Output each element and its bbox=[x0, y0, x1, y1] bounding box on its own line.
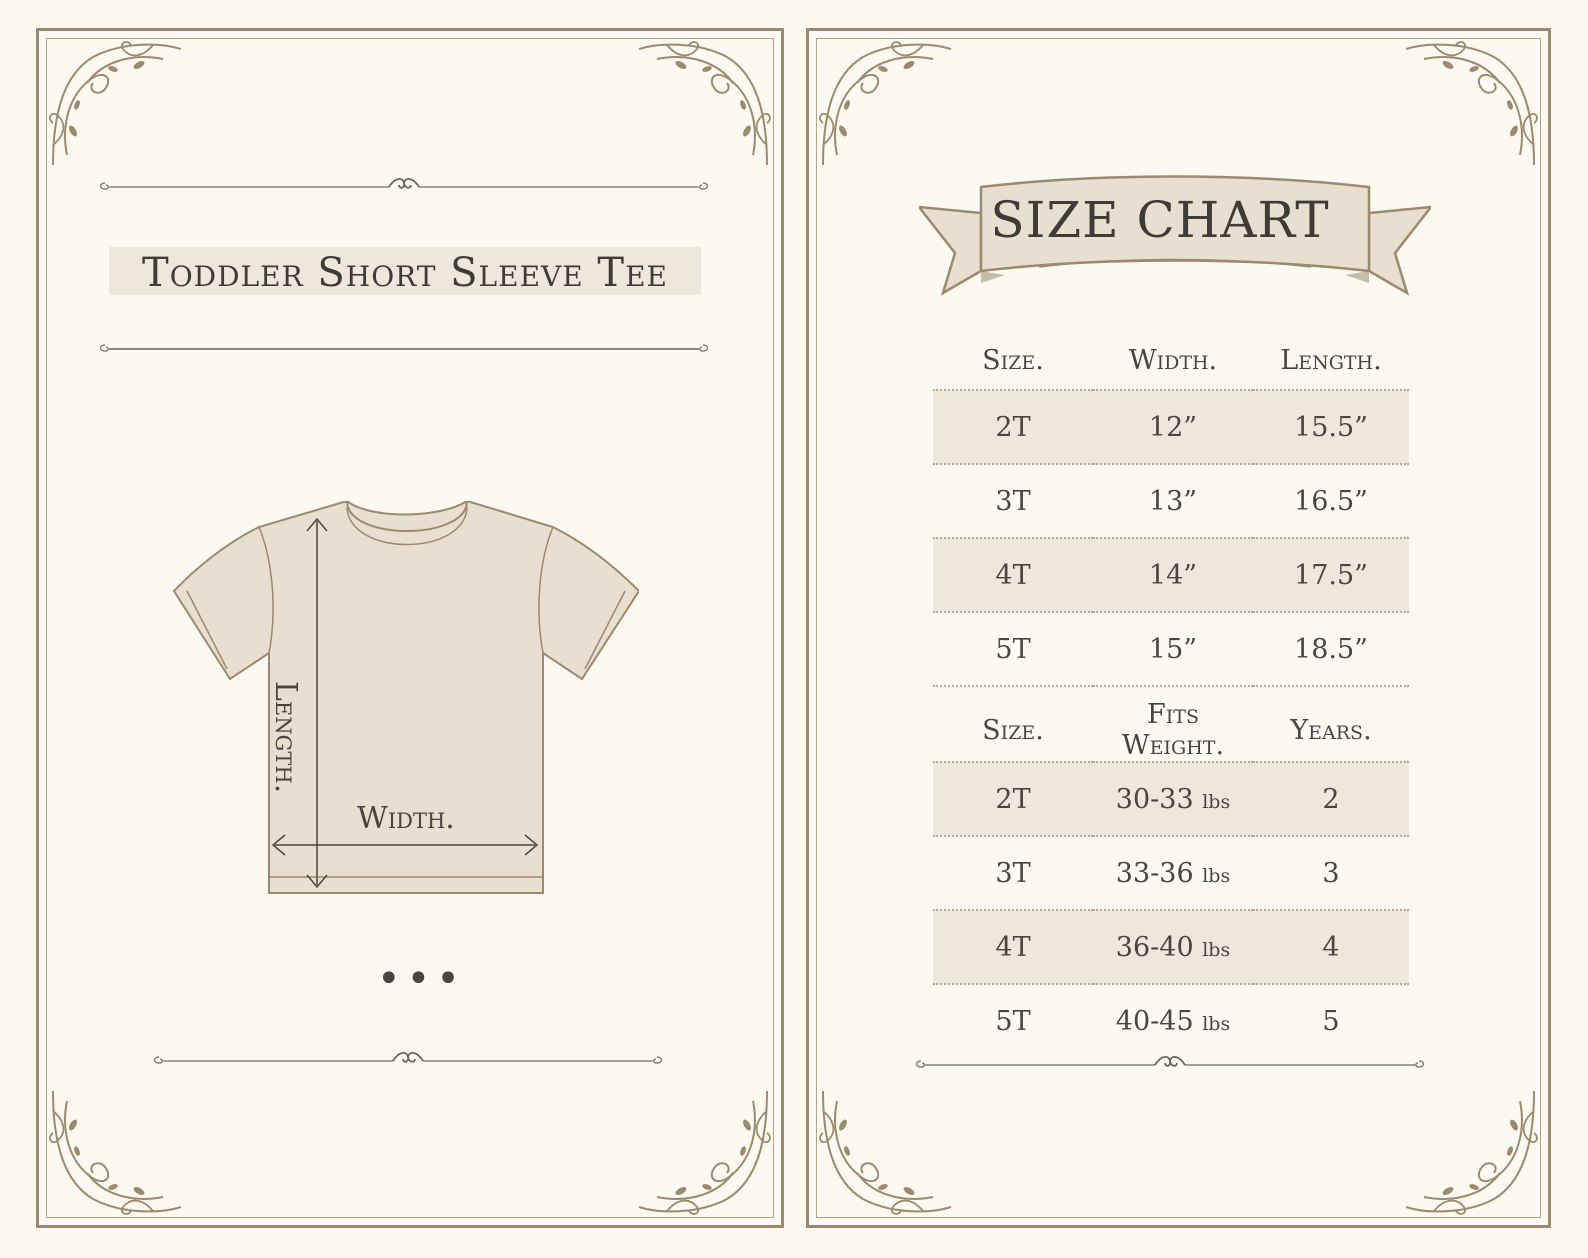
corner-ornament-top-right-icon bbox=[638, 41, 771, 166]
cell-size: 4T bbox=[933, 537, 1093, 612]
title-underline-icon bbox=[99, 344, 709, 352]
header-size: Size. bbox=[982, 344, 1044, 376]
table-row: 2T 30-33 lbs 2 bbox=[933, 761, 1409, 836]
width-label: Width. bbox=[357, 801, 455, 836]
cell-length: 17.5” bbox=[1253, 537, 1409, 612]
table-row: 4T 36-40 lbs 4 bbox=[933, 909, 1409, 984]
table-row: 4T 14” 17.5” bbox=[933, 537, 1409, 612]
cell-years: 5 bbox=[1253, 983, 1409, 1057]
table-row: 5T 15” 18.5” bbox=[933, 611, 1409, 687]
cell-size: 5T bbox=[933, 983, 1093, 1057]
corner-ornament-bottom-right-icon bbox=[638, 1090, 771, 1215]
corner-ornament-bottom-left-icon bbox=[49, 1090, 183, 1215]
table-row: 3T 13” 16.5” bbox=[933, 463, 1409, 538]
weight-value: 40-45 bbox=[1115, 1005, 1194, 1037]
weight-value: 36-40 bbox=[1115, 931, 1194, 963]
bottom-divider-icon bbox=[915, 1056, 1425, 1068]
top-divider-icon bbox=[99, 178, 709, 190]
weight-unit: lbs bbox=[1202, 938, 1231, 961]
measurement-header-row: Size. Width. Length. bbox=[933, 331, 1409, 390]
size-chart-heading: SIZE CHART bbox=[990, 191, 1330, 249]
weight-unit: lbs bbox=[1202, 1012, 1231, 1035]
corner-ornament-bottom-left-icon bbox=[819, 1090, 952, 1215]
cell-width: 12” bbox=[1093, 389, 1253, 464]
cell-size: 4T bbox=[933, 909, 1093, 984]
cell-length: 16.5” bbox=[1253, 463, 1409, 538]
cell-length: 15.5” bbox=[1253, 389, 1409, 464]
fit-header-row: Size. Fits Weight. Years. bbox=[933, 699, 1409, 762]
right-panel: SIZE CHART Size. Width. Length. 2T 12” 1… bbox=[806, 28, 1551, 1228]
cell-length: 18.5” bbox=[1253, 611, 1409, 687]
header-size: Size. bbox=[982, 714, 1044, 746]
cell-size: 2T bbox=[933, 389, 1093, 464]
bottom-divider-icon bbox=[153, 1052, 663, 1064]
left-panel: Toddler Short Sleeve Tee Length. Width. … bbox=[36, 28, 784, 1228]
header-length: Length. bbox=[1280, 344, 1382, 376]
table-row: 3T 33-36 lbs 3 bbox=[933, 835, 1409, 910]
cell-years: 2 bbox=[1253, 761, 1409, 836]
tshirt-diagram-icon bbox=[172, 501, 639, 894]
weight-unit: lbs bbox=[1202, 790, 1231, 813]
cell-weight: 40-45 lbs bbox=[1093, 983, 1253, 1057]
table-row: 5T 40-45 lbs 5 bbox=[933, 983, 1409, 1057]
product-title: Toddler Short Sleeve Tee bbox=[142, 250, 668, 296]
weight-value: 33-36 bbox=[1115, 857, 1194, 889]
cell-years: 3 bbox=[1253, 835, 1409, 910]
header-years: Years. bbox=[1290, 714, 1372, 746]
cell-width: 14” bbox=[1093, 537, 1253, 612]
cell-size: 3T bbox=[933, 835, 1093, 910]
length-label: Length. bbox=[268, 681, 303, 794]
fit-table: Size. Fits Weight. Years. 2T 30-33 lbs 2… bbox=[933, 699, 1409, 1057]
cell-width: 13” bbox=[1093, 463, 1253, 538]
header-width: Width. bbox=[1128, 344, 1218, 376]
corner-ornament-bottom-right-icon bbox=[1405, 1090, 1538, 1215]
cell-years: 4 bbox=[1253, 909, 1409, 984]
weight-value: 30-33 bbox=[1115, 783, 1194, 815]
corner-ornament-top-left-icon bbox=[819, 41, 952, 166]
cell-size: 3T bbox=[933, 463, 1093, 538]
title-banner: Toddler Short Sleeve Tee bbox=[109, 247, 701, 296]
cell-size: 5T bbox=[933, 611, 1093, 687]
cell-weight: 33-36 lbs bbox=[1093, 835, 1253, 910]
cell-weight: 30-33 lbs bbox=[1093, 761, 1253, 836]
weight-unit: lbs bbox=[1202, 864, 1231, 887]
cell-size: 2T bbox=[933, 761, 1093, 836]
cell-weight: 36-40 lbs bbox=[1093, 909, 1253, 984]
ellipsis-dots: ••• bbox=[377, 956, 466, 1002]
cell-width: 15” bbox=[1093, 611, 1253, 687]
measurement-table: Size. Width. Length. 2T 12” 15.5” 3T 13”… bbox=[933, 331, 1409, 687]
table-row: 2T 12” 15.5” bbox=[933, 389, 1409, 464]
header-fits-weight: Fits Weight. bbox=[1121, 699, 1225, 761]
corner-ornament-top-right-icon bbox=[1405, 41, 1538, 166]
corner-ornament-top-left-icon bbox=[49, 41, 183, 166]
